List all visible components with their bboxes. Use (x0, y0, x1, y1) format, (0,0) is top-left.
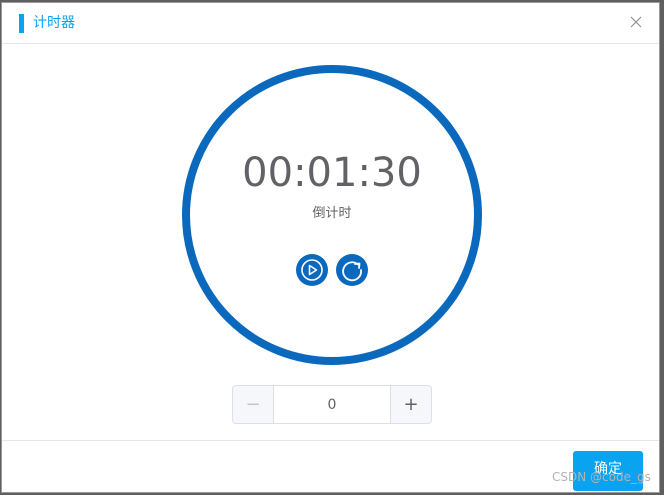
timer-display: 00:01:30 (242, 150, 422, 196)
dialog-title: 计时器 (33, 15, 75, 31)
increase-button[interactable]: + (390, 386, 431, 423)
dialog-header: 计时器 (2, 3, 659, 44)
watermark: CSDN @code_gs (552, 470, 651, 484)
reset-button[interactable] (336, 254, 368, 286)
stepper-input[interactable] (274, 386, 390, 423)
number-stepper: − + (232, 385, 432, 424)
refresh-icon (342, 261, 362, 282)
dialog-body: 00:01:30 倒计时 − + (2, 44, 659, 440)
decrease-button[interactable]: − (233, 386, 274, 423)
timer-mode-label: 倒计时 (312, 206, 352, 221)
timer-dialog: 计时器 00:01:30 倒计时 − 0 + 确定 (1, 2, 660, 493)
play-button[interactable] (296, 254, 328, 286)
play-icon (301, 259, 323, 281)
title-accent-bar (19, 14, 24, 33)
close-icon[interactable] (627, 13, 645, 31)
dialog-footer: 确定 (2, 440, 659, 493)
